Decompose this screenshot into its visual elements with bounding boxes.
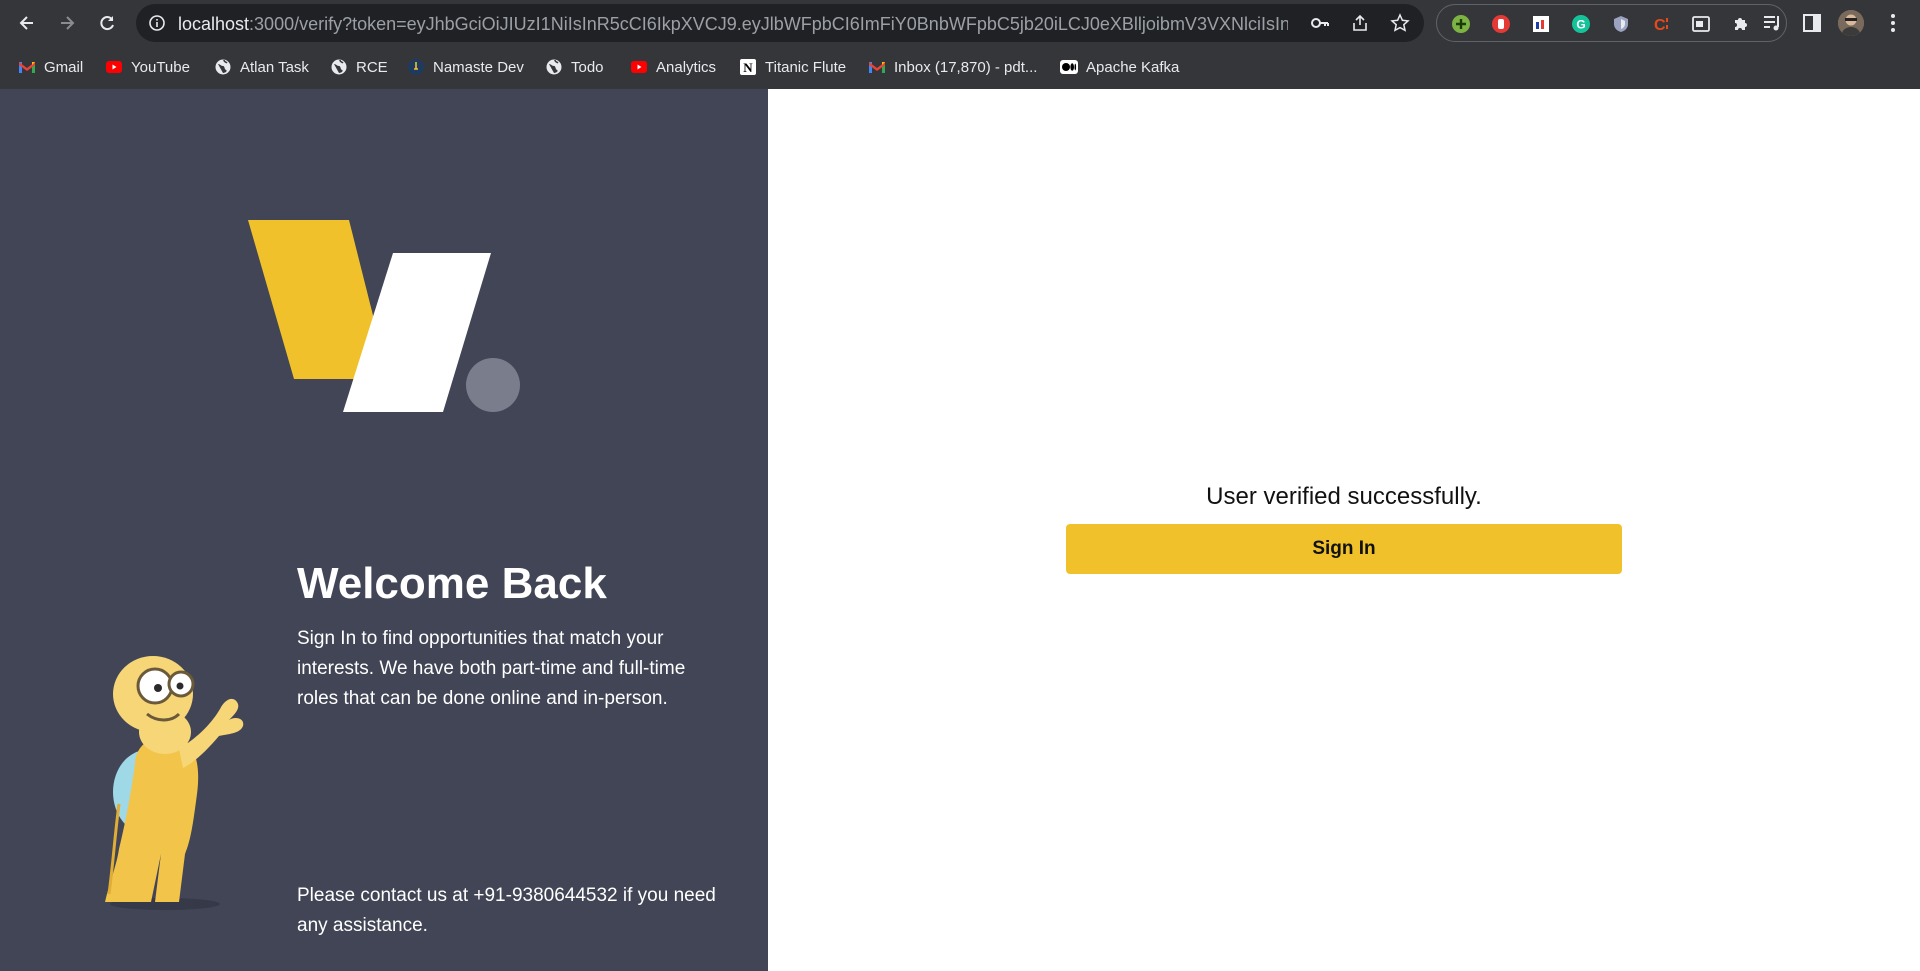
sign-in-button[interactable]: Sign In bbox=[1066, 524, 1622, 574]
extensions-tray: G C bbox=[1436, 4, 1787, 42]
bookmark-label: YouTube bbox=[131, 58, 190, 76]
logo-dot bbox=[466, 358, 520, 412]
shield-icon[interactable] bbox=[1611, 14, 1631, 34]
youtube-icon bbox=[631, 61, 647, 73]
bookmark-label: Titanic Flute bbox=[765, 58, 847, 76]
globe-icon bbox=[331, 59, 347, 75]
bookmark-inbox[interactable]: Inbox (17,870) - pdt... bbox=[868, 56, 1037, 78]
bookmark-youtube[interactable]: YouTube bbox=[105, 56, 190, 78]
verification-message: User verified successfully. bbox=[1206, 483, 1482, 510]
side-panel-icon[interactable] bbox=[1801, 12, 1823, 34]
medium-icon bbox=[1060, 60, 1078, 74]
add-extension-icon[interactable] bbox=[1451, 14, 1471, 34]
back-button[interactable] bbox=[12, 8, 42, 38]
gmail-icon bbox=[869, 62, 885, 73]
media-queue-icon[interactable] bbox=[1761, 12, 1783, 34]
bookmark-label: Atlan Task bbox=[240, 58, 309, 76]
bookmark-apache-kafka[interactable]: Apache Kafka bbox=[1060, 56, 1179, 78]
bookmark-label: Analytics bbox=[656, 58, 717, 76]
svg-text:G: G bbox=[1576, 18, 1585, 32]
key-icon[interactable] bbox=[1310, 13, 1330, 33]
notion-icon: N bbox=[740, 59, 756, 75]
namaste-dev-icon bbox=[408, 59, 424, 75]
browser-chrome: localhost:3000/verify?token=eyJhbGciOiJI… bbox=[0, 0, 1920, 89]
welcome-panel: Welcome Back Sign In to find opportuniti… bbox=[0, 89, 768, 971]
verification-panel: User verified successfully. Sign In bbox=[768, 89, 1920, 971]
bookmark-analytics[interactable]: Analytics bbox=[630, 56, 716, 78]
browser-toolbar: localhost:3000/verify?token=eyJhbGciOiJI… bbox=[0, 0, 1920, 46]
globe-icon bbox=[546, 59, 562, 75]
bookmark-gmail[interactable]: Gmail bbox=[18, 56, 83, 78]
bookmark-namaste-dev[interactable]: Namaste Dev bbox=[407, 56, 524, 78]
dictionary-icon[interactable] bbox=[1531, 14, 1551, 34]
address-bar[interactable]: localhost:3000/verify?token=eyJhbGciOiJI… bbox=[136, 4, 1424, 42]
url-text[interactable]: localhost:3000/verify?token=eyJhbGciOiJI… bbox=[178, 14, 1288, 34]
reload-icon bbox=[100, 16, 114, 31]
forward-button[interactable] bbox=[52, 8, 82, 38]
puzzle-icon[interactable] bbox=[1731, 14, 1751, 34]
url-path: :3000/verify?token=eyJhbGciOiJIUzI1NiIsI… bbox=[249, 14, 1288, 34]
bookmark-titanic-flute[interactable]: N Titanic Flute bbox=[739, 56, 846, 78]
bookmark-label: Gmail bbox=[44, 58, 84, 76]
bookmark-rce[interactable]: RCE bbox=[330, 56, 388, 78]
bookmark-atlan-task[interactable]: Atlan Task bbox=[214, 56, 309, 78]
welcome-subtitle: Sign In to find opportunities that match… bbox=[297, 628, 686, 709]
adblock-icon[interactable] bbox=[1491, 14, 1511, 34]
svg-text:N: N bbox=[743, 60, 753, 75]
bookmark-label: Apache Kafka bbox=[1086, 58, 1180, 76]
welcome-title: Welcome Back bbox=[297, 559, 607, 608]
bookmark-label: Todo bbox=[571, 58, 604, 76]
arrow-left-icon bbox=[19, 16, 33, 30]
picture-in-picture-icon[interactable] bbox=[1691, 14, 1711, 34]
url-host: localhost bbox=[178, 14, 250, 34]
reload-button[interactable] bbox=[92, 8, 122, 38]
code-extension-icon[interactable]: C bbox=[1651, 14, 1671, 34]
bookmark-label: RCE bbox=[356, 58, 388, 76]
contact-text: Please contact us at +91-9380644532 if y… bbox=[297, 885, 716, 936]
svg-text:C: C bbox=[1654, 17, 1666, 34]
share-icon[interactable] bbox=[1350, 13, 1370, 33]
avatar-icon bbox=[1838, 10, 1864, 36]
grammarly-icon[interactable]: G bbox=[1571, 14, 1591, 34]
menu-kebab-icon[interactable] bbox=[1882, 12, 1904, 34]
bookmark-label: Inbox (17,870) - pdt... bbox=[894, 58, 1038, 76]
bookmark-todo[interactable]: Todo bbox=[545, 56, 604, 78]
profile-avatar[interactable] bbox=[1838, 10, 1864, 36]
globe-icon bbox=[215, 59, 231, 75]
bookmark-label: Namaste Dev bbox=[433, 58, 524, 76]
arrow-right-icon bbox=[61, 16, 75, 30]
turtle-mascot-illustration bbox=[105, 656, 244, 910]
brand-logo bbox=[248, 220, 520, 412]
star-icon[interactable] bbox=[1390, 13, 1410, 33]
bookmarks-bar: Gmail YouTube Atlan Task RCE Namaste Dev… bbox=[0, 50, 1920, 84]
youtube-icon bbox=[106, 61, 122, 73]
info-icon[interactable] bbox=[148, 14, 166, 32]
gmail-icon bbox=[19, 62, 35, 73]
